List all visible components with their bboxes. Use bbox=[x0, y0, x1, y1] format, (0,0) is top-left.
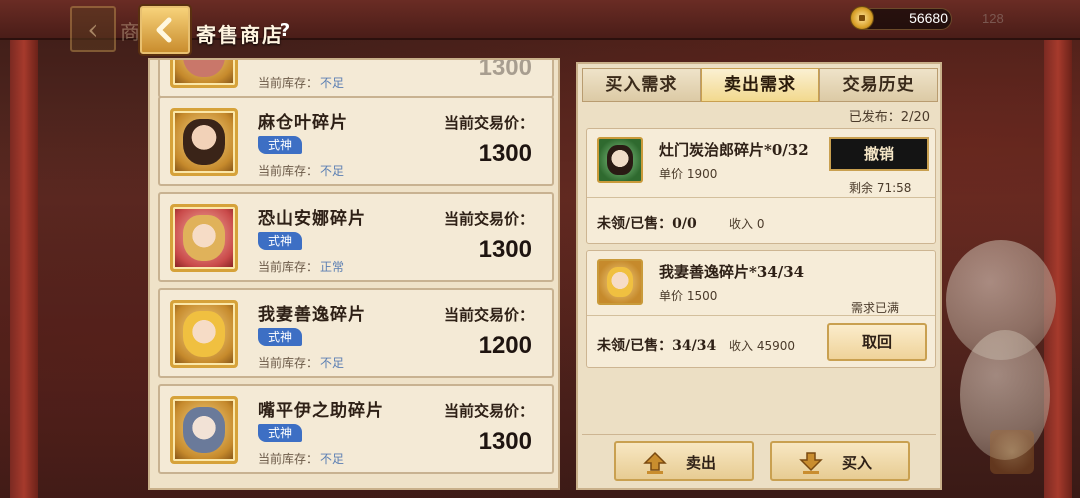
list-item[interactable]: 嘴平伊之助碎片 式神 当前库存： 不足 当前交易价： 1300 bbox=[158, 384, 554, 474]
buy-button[interactable]: 买入 bbox=[770, 441, 910, 481]
item-stock: 当前库存： 不足 bbox=[258, 164, 345, 178]
order-unit-price: 单价 1900 bbox=[659, 167, 718, 181]
divider bbox=[587, 315, 935, 316]
list-item[interactable]: 当前库存： 不足 1300 bbox=[158, 58, 554, 98]
sell-button[interactable]: 卖出 bbox=[614, 441, 754, 481]
order-card: 灶门炭治郎碎片*0/32 单价 1900 撤销 剩余 71:58 未领/已售：0… bbox=[586, 128, 936, 244]
tab-sell-requests[interactable]: 卖出需求 bbox=[700, 68, 820, 102]
item-tag: 式神 bbox=[258, 328, 302, 346]
item-name: 嘴平伊之助碎片 bbox=[258, 401, 384, 421]
item-name: 恐山安娜碎片 bbox=[258, 209, 366, 229]
action-bar: 卖出 买入 bbox=[582, 434, 936, 484]
order-card: 我妻善逸碎片*34/34 单价 1500 需求已满 未领/已售：34/34 收入… bbox=[586, 250, 936, 368]
faded-counter: 128 bbox=[982, 11, 1004, 26]
list-item[interactable]: 麻仓叶碎片 式神 当前库存： 不足 当前交易价： 1300 bbox=[158, 96, 554, 186]
item-thumbnail bbox=[170, 300, 238, 368]
list-item[interactable]: 我妻善逸碎片 式神 当前库存： 不足 当前交易价： 1200 bbox=[158, 288, 554, 378]
item-price-label: 当前交易价： bbox=[443, 306, 534, 324]
background-pillar bbox=[10, 40, 38, 498]
buy-button-label: 买入 bbox=[842, 454, 873, 472]
item-stock: 当前库存： 正常 bbox=[258, 260, 345, 274]
page-title: 寄售商店 bbox=[196, 23, 284, 47]
retrieve-button[interactable]: 取回 bbox=[827, 323, 927, 361]
item-tag: 式神 bbox=[258, 232, 302, 250]
order-name: 我妻善逸碎片*34/34 bbox=[659, 263, 805, 281]
back-ghost-icon: ‹ bbox=[70, 6, 116, 52]
back-button[interactable] bbox=[140, 6, 190, 54]
item-thumbnail bbox=[170, 396, 238, 464]
item-tag: 式神 bbox=[258, 136, 302, 154]
item-name: 麻仓叶碎片 bbox=[258, 113, 348, 133]
cancel-order-button[interactable]: 撤销 bbox=[829, 137, 929, 171]
item-thumbnail bbox=[170, 108, 238, 176]
item-thumbnail bbox=[170, 204, 238, 272]
item-stock: 当前库存： 不足 bbox=[258, 356, 345, 370]
order-thumbnail bbox=[597, 259, 643, 305]
item-price-label: 当前交易价： bbox=[443, 402, 534, 420]
divider bbox=[587, 197, 935, 198]
help-icon[interactable]: ? bbox=[274, 20, 296, 42]
order-status-note: 需求已满 bbox=[851, 301, 900, 315]
item-price: 1300 bbox=[478, 58, 532, 81]
order-income: 收入 45900 bbox=[729, 339, 795, 353]
item-price: 1300 bbox=[478, 140, 532, 167]
order-sold: 未领/已售：0/0 bbox=[597, 216, 697, 232]
item-stock: 当前库存： 不足 bbox=[258, 76, 345, 90]
shop-ghost-label: 商 bbox=[120, 20, 140, 44]
item-price-label: 当前交易价： bbox=[443, 114, 534, 132]
sell-button-label: 卖出 bbox=[686, 454, 717, 472]
chevron-left-icon bbox=[156, 17, 172, 43]
item-stock: 当前库存： 不足 bbox=[258, 452, 345, 466]
order-income: 收入 0 bbox=[729, 217, 765, 231]
item-thumbnail bbox=[170, 60, 238, 88]
list-item[interactable]: 恐山安娜碎片 式神 当前库存： 正常 当前交易价： 1300 bbox=[158, 192, 554, 282]
trade-panel: 买入需求 卖出需求 交易历史 已发布：2/20 灶门炭治郎碎片*0/32 单价 … bbox=[576, 62, 942, 490]
coin-icon bbox=[850, 6, 874, 30]
background-lantern bbox=[990, 430, 1034, 474]
coin-balance: 56680 bbox=[909, 10, 948, 26]
download-arrow-icon bbox=[799, 452, 823, 474]
item-price-label: 当前交易价： bbox=[443, 210, 534, 228]
item-price: 1200 bbox=[478, 332, 532, 359]
order-sold: 未领/已售：34/34 bbox=[597, 338, 717, 354]
tab-buy-requests[interactable]: 买入需求 bbox=[582, 68, 701, 102]
item-price: 1300 bbox=[478, 236, 532, 263]
order-name: 灶门炭治郎碎片*0/32 bbox=[659, 141, 809, 159]
upload-arrow-icon bbox=[643, 451, 667, 474]
order-thumbnail bbox=[597, 137, 643, 183]
tab-bar: 买入需求 卖出需求 交易历史 bbox=[582, 68, 939, 102]
item-tag: 式神 bbox=[258, 424, 302, 442]
published-count: 已发布：2/20 bbox=[848, 110, 930, 125]
tab-trade-history[interactable]: 交易历史 bbox=[819, 68, 939, 102]
item-price: 1300 bbox=[478, 428, 532, 455]
order-unit-price: 单价 1500 bbox=[659, 289, 718, 303]
item-name: 我妻善逸碎片 bbox=[258, 305, 366, 325]
order-remaining-time: 剩余 71:58 bbox=[849, 181, 912, 195]
item-list-panel[interactable]: 当前库存： 不足 1300 麻仓叶碎片 式神 当前库存： 不足 当前交易价： 130… bbox=[148, 58, 560, 490]
